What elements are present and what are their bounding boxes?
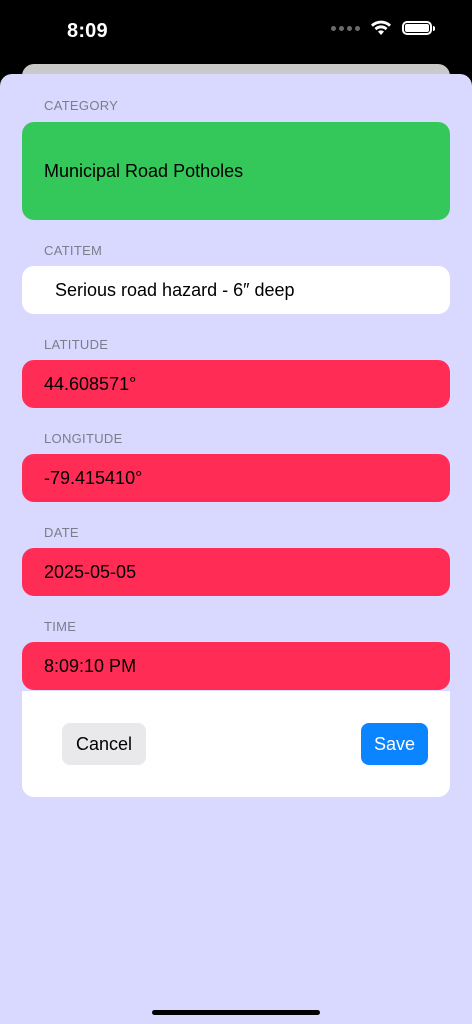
wifi-icon	[370, 20, 392, 36]
date-field: 2025-05-05	[22, 548, 450, 596]
cancel-button[interactable]: Cancel	[62, 723, 146, 765]
status-time: 8:09	[67, 20, 108, 42]
catitem-label: CATITEM	[44, 243, 103, 258]
time-field: 8:09:10 PM	[22, 642, 450, 690]
latitude-label: LATITUDE	[44, 337, 109, 352]
signal-dots-icon	[331, 25, 360, 31]
status-icons	[331, 20, 435, 36]
date-value: 2025-05-05	[44, 561, 137, 582]
longitude-label: LONGITUDE	[44, 431, 123, 446]
action-bar: Cancel Save	[22, 691, 450, 797]
catitem-value: Serious road hazard - 6″ deep	[55, 279, 295, 300]
category-label: CATEGORY	[44, 98, 119, 113]
entry-sheet: CATEGORY Municipal Road Potholes CATITEM…	[0, 74, 472, 1024]
home-indicator[interactable]	[152, 1010, 320, 1015]
longitude-value: -79.415410°	[44, 467, 143, 488]
latitude-value: 44.608571°	[44, 373, 137, 394]
time-label: TIME	[44, 619, 77, 634]
latitude-field: 44.608571°	[22, 360, 450, 408]
save-button[interactable]: Save	[361, 723, 428, 765]
longitude-field: -79.415410°	[22, 454, 450, 502]
battery-icon	[402, 21, 435, 35]
app-screen: 8:09 CATEGORY Municipal Road Potholes CA…	[0, 0, 472, 1024]
status-bar: 8:09	[0, 0, 472, 62]
category-field[interactable]: Municipal Road Potholes	[22, 122, 450, 220]
date-label: DATE	[44, 525, 79, 540]
category-value: Municipal Road Potholes	[44, 160, 244, 181]
catitem-field[interactable]: Serious road hazard - 6″ deep	[22, 266, 450, 314]
time-value: 8:09:10 PM	[44, 655, 137, 676]
